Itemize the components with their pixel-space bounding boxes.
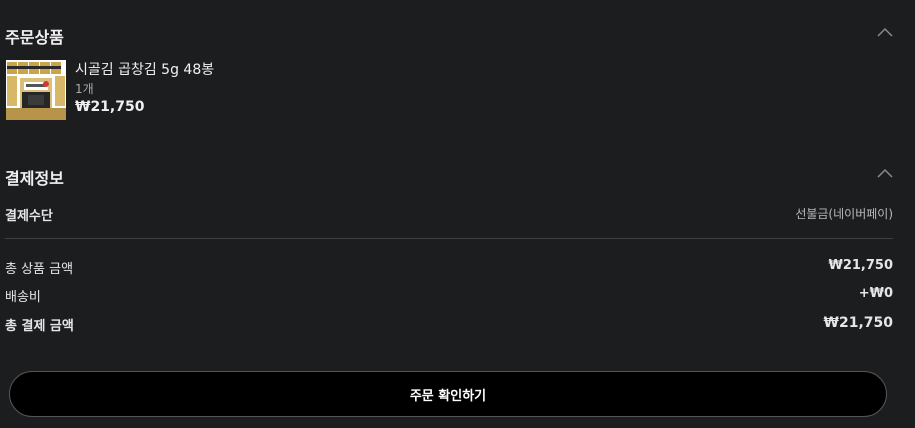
payment-section-collapse-chevron-up-icon[interactable]	[877, 168, 893, 178]
confirm-order-button-label: 주문 확인하기	[409, 388, 487, 404]
order-section-collapse-chevron-up-icon[interactable]	[877, 27, 893, 37]
payment-section-title: 결제정보	[5, 169, 64, 188]
shipping-fee-label: 배송비	[5, 290, 41, 305]
payment-method-label: 결제수단	[5, 209, 53, 224]
product-thumbnail[interactable]	[6, 60, 66, 120]
product-image-icon	[6, 60, 66, 120]
order-section-title: 주문상품	[5, 28, 64, 47]
total-label: 총 결제 금액	[5, 319, 74, 334]
shipping-fee-value: +₩0	[858, 286, 893, 301]
product-quantity: 1개	[75, 82, 94, 96]
total-value: ₩21,750	[823, 315, 893, 331]
product-price: ₩21,750	[75, 99, 145, 115]
confirm-order-button[interactable]: 주문 확인하기	[9, 371, 887, 417]
subtotal-label: 총 상품 금액	[5, 262, 74, 277]
payment-method-value: 선불금(네이버페이)	[795, 207, 893, 221]
summary-divider	[5, 238, 893, 239]
product-name[interactable]: 시골김 곱창김 5g 48봉	[75, 59, 214, 79]
subtotal-value: ₩21,750	[828, 258, 893, 273]
